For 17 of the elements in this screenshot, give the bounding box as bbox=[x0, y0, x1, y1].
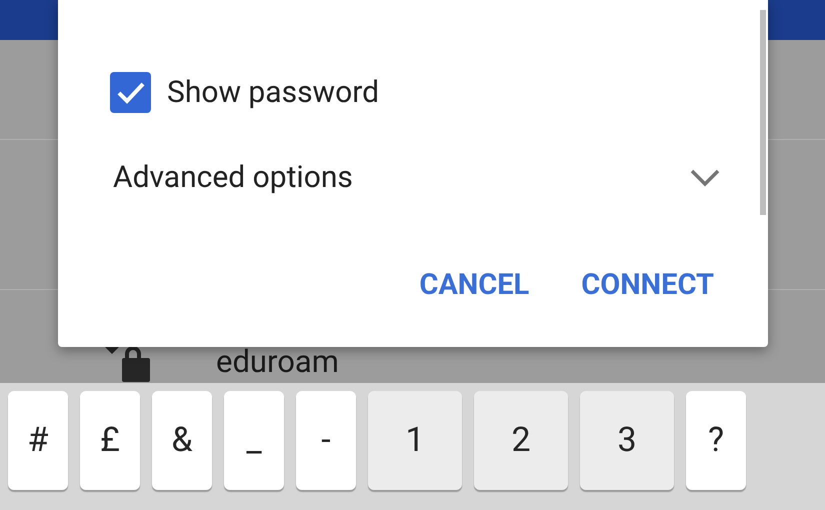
network-name[interactable]: eduroam bbox=[216, 346, 339, 377]
show-password-checkbox[interactable] bbox=[110, 72, 151, 113]
keyboard-key[interactable]: 2 bbox=[474, 391, 568, 490]
keyboard-key[interactable]: # bbox=[8, 391, 68, 490]
advanced-options-label: Advanced options bbox=[113, 159, 353, 197]
keyboard-key[interactable]: & bbox=[152, 391, 212, 490]
keyboard-key[interactable]: ? bbox=[686, 391, 746, 490]
keyboard-key[interactable]: _ bbox=[224, 391, 284, 490]
keyboard-key[interactable]: - bbox=[296, 391, 356, 490]
keyboard-key[interactable]: 3 bbox=[580, 391, 674, 490]
checkmark-icon bbox=[116, 80, 146, 104]
dialog-button[interactable]: CONNECT bbox=[581, 264, 714, 308]
advanced-options-row[interactable]: Advanced options bbox=[58, 155, 768, 200]
dialog-button[interactable]: CANCEL bbox=[419, 264, 530, 308]
keyboard-key[interactable]: £ bbox=[80, 391, 140, 490]
show-password-label: Show password bbox=[167, 74, 380, 112]
keyboard-key[interactable]: 1 bbox=[368, 391, 462, 490]
